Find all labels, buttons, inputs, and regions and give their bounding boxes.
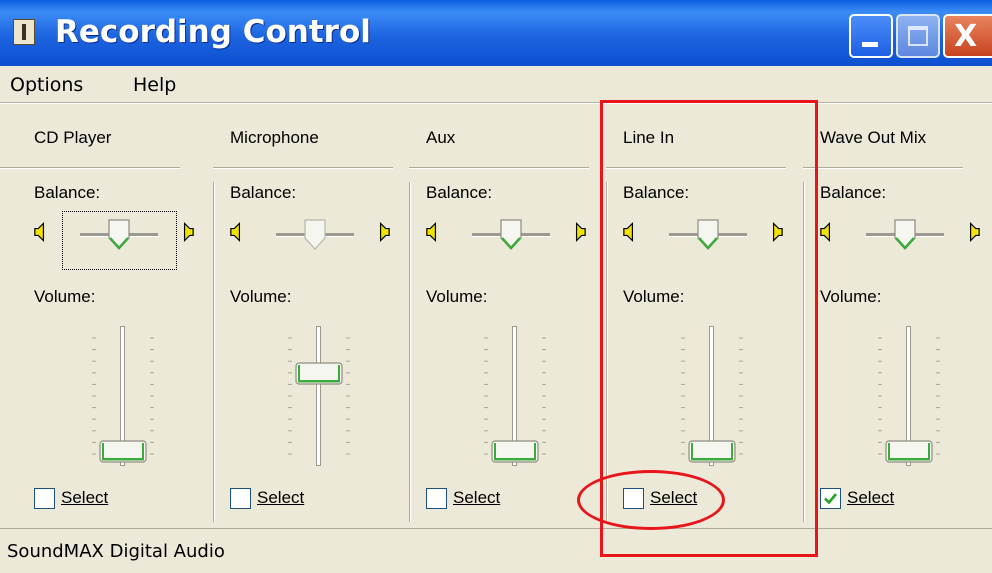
volume-slider-thumb[interactable] — [295, 362, 343, 385]
select-label: Select — [847, 488, 895, 507]
recording-control-window: Recording Control X Options Help CD Play… — [0, 0, 992, 573]
recording-control-app-icon[interactable] — [13, 19, 35, 45]
minimize-button[interactable] — [849, 14, 893, 58]
balance-label: Balance: — [230, 183, 297, 202]
menu-help-label: Help — [133, 74, 177, 96]
channel-aux-strip: Aux Balance: Volume: Select — [409, 104, 606, 528]
balance-label: Balance: — [426, 183, 493, 202]
select-label: Select — [61, 488, 109, 507]
select-checkbox[interactable] — [34, 488, 55, 509]
annotation-highlight-oval — [577, 470, 725, 530]
volume-tick-marks — [484, 337, 546, 455]
channel-name-divider-highlight — [803, 168, 963, 169]
speaker-right-icon — [969, 221, 980, 243]
close-icon: X — [954, 19, 978, 54]
close-button[interactable]: X — [943, 14, 992, 58]
volume-label: Volume: — [426, 287, 488, 306]
volume-slider-thumb[interactable] — [491, 440, 539, 463]
select-checkbox-row[interactable]: Select — [426, 488, 546, 512]
channel-name: Wave Out Mix — [820, 128, 927, 147]
select-checkbox[interactable] — [820, 488, 841, 509]
menu-options[interactable]: Options — [10, 74, 83, 96]
select-checkbox-row[interactable]: Select — [230, 488, 350, 512]
menu-options-label: Options — [10, 74, 84, 96]
balance-slider-focus-outline — [62, 211, 177, 270]
select-checkbox-row[interactable]: Select — [820, 488, 940, 512]
select-label: Select — [453, 488, 501, 507]
menu-help[interactable]: Help — [133, 74, 176, 96]
window-title: Recording Control — [55, 14, 371, 50]
maximize-icon — [908, 26, 928, 46]
speaker-right-icon — [379, 221, 390, 243]
minimize-icon — [862, 42, 878, 47]
balance-slider-thumb[interactable] — [499, 218, 523, 251]
speaker-left-icon — [820, 221, 831, 243]
status-bar: SoundMAX Digital Audio — [0, 528, 992, 573]
speaker-left-icon — [34, 221, 45, 243]
device-name: SoundMAX Digital Audio — [7, 541, 225, 562]
title-bar[interactable]: Recording Control X — [0, 0, 992, 66]
channel-wave-out-mix-strip: Wave Out Mix Balance: Volume: Select — [803, 104, 992, 528]
volume-tick-marks — [878, 337, 940, 455]
select-checkbox-row[interactable]: Select — [34, 488, 154, 512]
speaker-right-icon — [183, 221, 194, 243]
speaker-left-icon — [426, 221, 437, 243]
volume-tick-marks — [92, 337, 154, 455]
volume-tick-marks — [288, 337, 350, 455]
speaker-right-icon — [575, 221, 586, 243]
channel-name-divider-highlight — [409, 168, 589, 169]
volume-slider-thumb[interactable] — [885, 440, 933, 463]
checkmark-icon — [824, 493, 838, 505]
channel-name: Aux — [426, 128, 456, 147]
channel-name-divider-highlight — [213, 168, 393, 169]
menu-bar: Options Help — [0, 66, 992, 103]
volume-label: Volume: — [230, 287, 292, 306]
channel-name: Microphone — [230, 128, 319, 147]
select-checkbox[interactable] — [426, 488, 447, 509]
channel-separator — [213, 182, 214, 522]
channel-microphone-strip: Microphone Balance: Volume: Select — [213, 104, 410, 528]
volume-label: Volume: — [820, 287, 882, 306]
speaker-left-icon — [230, 221, 241, 243]
balance-slider-thumb[interactable] — [893, 218, 917, 251]
channel-name-divider-highlight — [0, 168, 180, 169]
balance-slider-thumb[interactable] — [303, 218, 327, 251]
channel-name: CD Player — [34, 128, 112, 147]
channel-separator — [409, 182, 410, 522]
channel-cd-player-strip: CD Player Balance: Volume: Select — [0, 104, 214, 528]
balance-label: Balance: — [820, 183, 887, 202]
volume-label: Volume: — [34, 287, 96, 306]
maximize-button[interactable] — [896, 14, 940, 58]
volume-slider-thumb[interactable] — [99, 440, 147, 463]
select-checkbox[interactable] — [230, 488, 251, 509]
select-label: Select — [257, 488, 305, 507]
balance-label: Balance: — [34, 183, 101, 202]
